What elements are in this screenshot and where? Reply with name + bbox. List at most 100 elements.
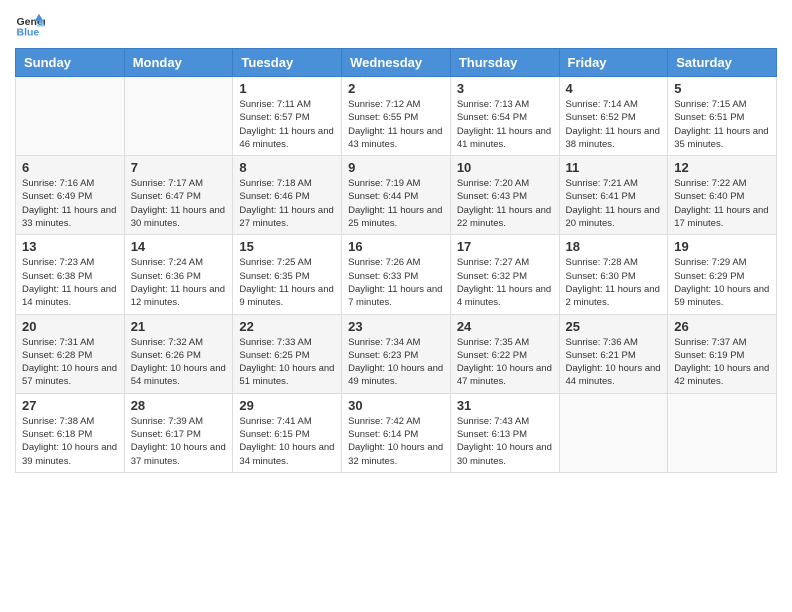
day-number: 19: [674, 239, 770, 254]
day-number: 21: [131, 319, 227, 334]
day-number: 12: [674, 160, 770, 175]
day-info: Sunrise: 7:39 AM Sunset: 6:17 PM Dayligh…: [131, 415, 227, 468]
calendar-cell: 17 Sunrise: 7:27 AM Sunset: 6:32 PM Dayli…: [450, 235, 559, 314]
day-number: 4: [566, 81, 662, 96]
calendar-cell: 27 Sunrise: 7:38 AM Sunset: 6:18 PM Dayli…: [16, 393, 125, 472]
day-number: 5: [674, 81, 770, 96]
calendar-cell: 5 Sunrise: 7:15 AM Sunset: 6:51 PM Daylig…: [668, 77, 777, 156]
calendar-cell: 30Sunrise: 7:42 AM Sunset: 6:14 PM Dayli…: [342, 393, 451, 472]
day-info: Sunrise: 7:36 AM Sunset: 6:21 PM Dayligh…: [566, 336, 662, 389]
calendar-cell: 14 Sunrise: 7:24 AM Sunset: 6:36 PM Dayli…: [124, 235, 233, 314]
calendar-cell: 16 Sunrise: 7:26 AM Sunset: 6:33 PM Dayli…: [342, 235, 451, 314]
day-number: 2: [348, 81, 444, 96]
day-info: Sunrise: 7:27 AM Sunset: 6:32 PM Dayligh…: [457, 256, 553, 309]
week-row-3: 13Sunrise: 7:23 AM Sunset: 6:38 PM Dayli…: [16, 235, 777, 314]
day-number: 7: [131, 160, 227, 175]
day-info: Sunrise: 7:21 AM Sunset: 6:41 PM Dayligh…: [566, 177, 662, 230]
calendar-cell: 15Sunrise: 7:25 AM Sunset: 6:35 PM Dayli…: [233, 235, 342, 314]
day-number: 17: [457, 239, 553, 254]
day-number: 1: [239, 81, 335, 96]
week-row-1: 1 Sunrise: 7:11 AM Sunset: 6:57 PM Daylig…: [16, 77, 777, 156]
weekday-tuesday: Tuesday: [233, 49, 342, 77]
day-number: 20: [22, 319, 118, 334]
weekday-wednesday: Wednesday: [342, 49, 451, 77]
logo: General Blue: [15, 10, 45, 40]
day-info: Sunrise: 7:22 AM Sunset: 6:40 PM Dayligh…: [674, 177, 770, 230]
day-info: Sunrise: 7:26 AM Sunset: 6:33 PM Dayligh…: [348, 256, 444, 309]
day-number: 3: [457, 81, 553, 96]
day-info: Sunrise: 7:19 AM Sunset: 6:44 PM Dayligh…: [348, 177, 444, 230]
day-info: Sunrise: 7:18 AM Sunset: 6:46 PM Dayligh…: [239, 177, 335, 230]
day-number: 28: [131, 398, 227, 413]
day-info: Sunrise: 7:16 AM Sunset: 6:49 PM Dayligh…: [22, 177, 118, 230]
calendar-cell: 19 Sunrise: 7:29 AM Sunset: 6:29 PM Dayli…: [668, 235, 777, 314]
day-number: 29: [239, 398, 335, 413]
calendar-cell: 10 Sunrise: 7:20 AM Sunset: 6:43 PM Dayli…: [450, 156, 559, 235]
week-row-5: 27 Sunrise: 7:38 AM Sunset: 6:18 PM Dayli…: [16, 393, 777, 472]
day-number: 6: [22, 160, 118, 175]
day-info: Sunrise: 7:34 AM Sunset: 6:23 PM Dayligh…: [348, 336, 444, 389]
calendar-cell: 12 Sunrise: 7:22 AM Sunset: 6:40 PM Dayli…: [668, 156, 777, 235]
day-number: 8: [239, 160, 335, 175]
calendar-cell: 4 Sunrise: 7:14 AM Sunset: 6:52 PM Daylig…: [559, 77, 668, 156]
calendar-cell: 7 Sunrise: 7:17 AM Sunset: 6:47 PM Daylig…: [124, 156, 233, 235]
day-info: Sunrise: 7:33 AM Sunset: 6:25 PM Dayligh…: [239, 336, 335, 389]
day-info: Sunrise: 7:20 AM Sunset: 6:43 PM Dayligh…: [457, 177, 553, 230]
day-number: 24: [457, 319, 553, 334]
calendar-cell: 8 Sunrise: 7:18 AM Sunset: 6:46 PM Daylig…: [233, 156, 342, 235]
day-number: 10: [457, 160, 553, 175]
day-number: 16: [348, 239, 444, 254]
day-number: 14: [131, 239, 227, 254]
weekday-saturday: Saturday: [668, 49, 777, 77]
calendar-cell: 25Sunrise: 7:36 AM Sunset: 6:21 PM Dayli…: [559, 314, 668, 393]
calendar-cell: 18 Sunrise: 7:28 AM Sunset: 6:30 PM Dayli…: [559, 235, 668, 314]
calendar-cell: [668, 393, 777, 472]
calendar-cell: [559, 393, 668, 472]
day-info: Sunrise: 7:38 AM Sunset: 6:18 PM Dayligh…: [22, 415, 118, 468]
week-row-2: 6 Sunrise: 7:16 AM Sunset: 6:49 PM Daylig…: [16, 156, 777, 235]
day-number: 15: [239, 239, 335, 254]
logo-icon: General Blue: [15, 10, 45, 40]
calendar-cell: 23 Sunrise: 7:34 AM Sunset: 6:23 PM Dayli…: [342, 314, 451, 393]
calendar-cell: 6 Sunrise: 7:16 AM Sunset: 6:49 PM Daylig…: [16, 156, 125, 235]
calendar-cell: 3 Sunrise: 7:13 AM Sunset: 6:54 PM Daylig…: [450, 77, 559, 156]
day-number: 30: [348, 398, 444, 413]
weekday-sunday: Sunday: [16, 49, 125, 77]
day-info: Sunrise: 7:15 AM Sunset: 6:51 PM Dayligh…: [674, 98, 770, 151]
day-number: 13: [22, 239, 118, 254]
day-info: Sunrise: 7:13 AM Sunset: 6:54 PM Dayligh…: [457, 98, 553, 151]
calendar-cell: 2 Sunrise: 7:12 AM Sunset: 6:55 PM Daylig…: [342, 77, 451, 156]
day-number: 18: [566, 239, 662, 254]
day-info: Sunrise: 7:12 AM Sunset: 6:55 PM Dayligh…: [348, 98, 444, 151]
day-number: 9: [348, 160, 444, 175]
weekday-header-row: SundayMondayTuesdayWednesdayThursdayFrid…: [16, 49, 777, 77]
calendar-cell: 13Sunrise: 7:23 AM Sunset: 6:38 PM Dayli…: [16, 235, 125, 314]
day-info: Sunrise: 7:41 AM Sunset: 6:15 PM Dayligh…: [239, 415, 335, 468]
day-number: 27: [22, 398, 118, 413]
calendar-cell: 21 Sunrise: 7:32 AM Sunset: 6:26 PM Dayli…: [124, 314, 233, 393]
day-info: Sunrise: 7:35 AM Sunset: 6:22 PM Dayligh…: [457, 336, 553, 389]
day-info: Sunrise: 7:37 AM Sunset: 6:19 PM Dayligh…: [674, 336, 770, 389]
weekday-friday: Friday: [559, 49, 668, 77]
day-number: 31: [457, 398, 553, 413]
day-info: Sunrise: 7:29 AM Sunset: 6:29 PM Dayligh…: [674, 256, 770, 309]
calendar-cell: 28 Sunrise: 7:39 AM Sunset: 6:17 PM Dayli…: [124, 393, 233, 472]
day-info: Sunrise: 7:17 AM Sunset: 6:47 PM Dayligh…: [131, 177, 227, 230]
calendar-cell: 9 Sunrise: 7:19 AM Sunset: 6:44 PM Daylig…: [342, 156, 451, 235]
calendar-table: SundayMondayTuesdayWednesdayThursdayFrid…: [15, 48, 777, 473]
day-number: 22: [239, 319, 335, 334]
day-number: 11: [566, 160, 662, 175]
day-number: 23: [348, 319, 444, 334]
page-header: General Blue: [15, 10, 777, 40]
day-info: Sunrise: 7:28 AM Sunset: 6:30 PM Dayligh…: [566, 256, 662, 309]
day-info: Sunrise: 7:14 AM Sunset: 6:52 PM Dayligh…: [566, 98, 662, 151]
calendar-cell: 26Sunrise: 7:37 AM Sunset: 6:19 PM Dayli…: [668, 314, 777, 393]
calendar-cell: [16, 77, 125, 156]
day-info: Sunrise: 7:24 AM Sunset: 6:36 PM Dayligh…: [131, 256, 227, 309]
day-info: Sunrise: 7:32 AM Sunset: 6:26 PM Dayligh…: [131, 336, 227, 389]
calendar-cell: 22 Sunrise: 7:33 AM Sunset: 6:25 PM Dayli…: [233, 314, 342, 393]
calendar-cell: [124, 77, 233, 156]
day-info: Sunrise: 7:11 AM Sunset: 6:57 PM Dayligh…: [239, 98, 335, 151]
day-info: Sunrise: 7:31 AM Sunset: 6:28 PM Dayligh…: [22, 336, 118, 389]
calendar-cell: 20 Sunrise: 7:31 AM Sunset: 6:28 PM Dayli…: [16, 314, 125, 393]
